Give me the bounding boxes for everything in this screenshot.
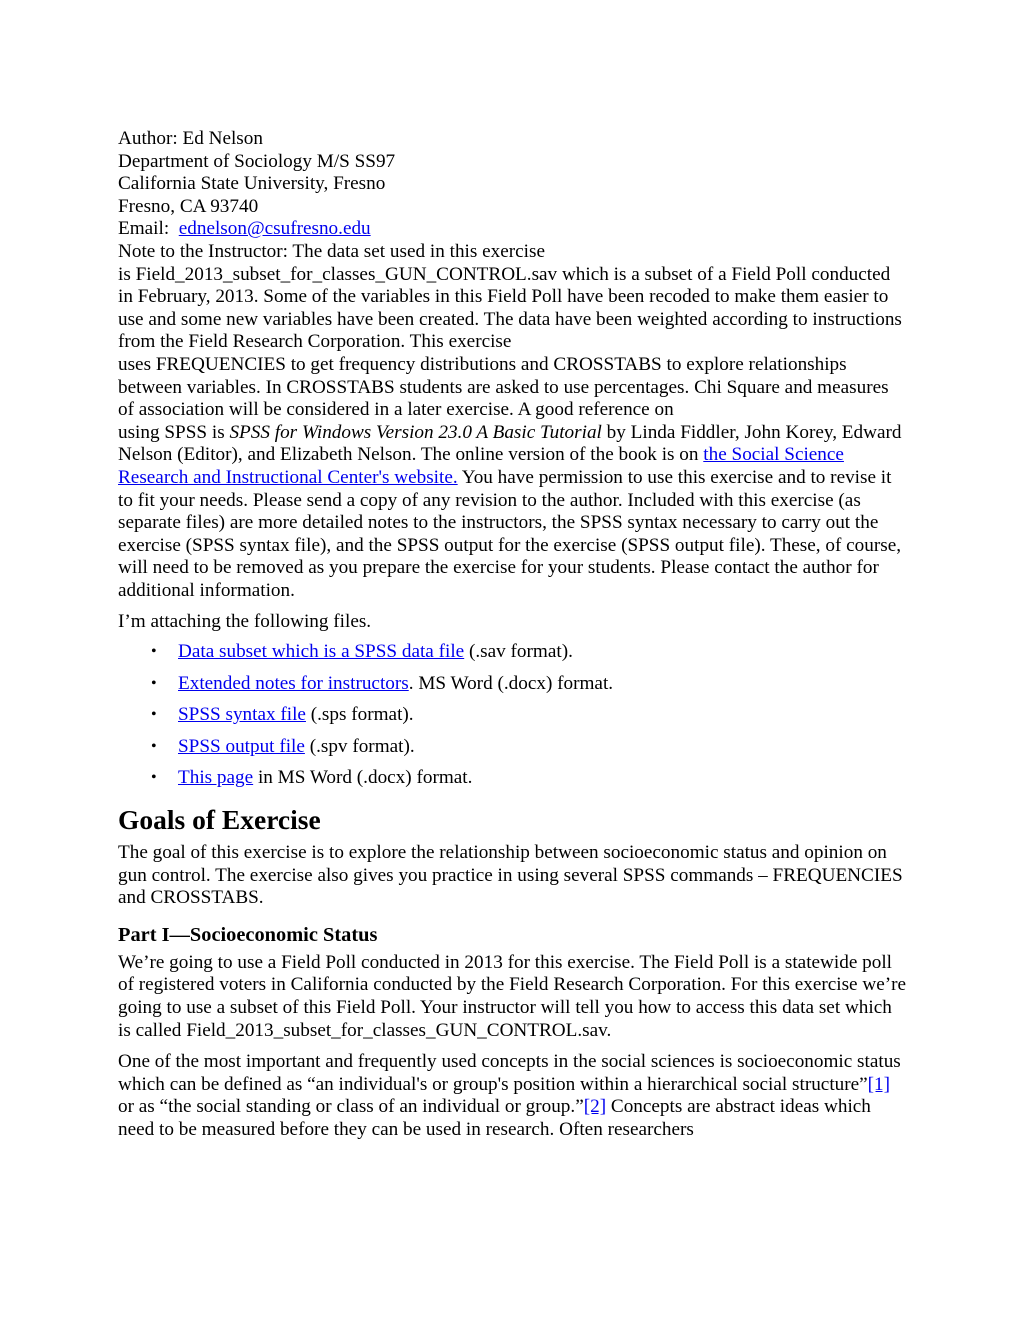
ses-definition-text-b: or as “the social standing or class of a… <box>118 1096 584 1118</box>
goals-paragraph: The goal of this exercise is to explore … <box>118 842 903 909</box>
bullet-icon: • <box>151 706 157 724</box>
attaching-files-line: I’m attaching the following files. <box>118 611 372 633</box>
list-item-rest: in MS Word (.docx) format. <box>253 767 473 789</box>
bullet-icon: • <box>151 674 157 692</box>
university-line: California State University, Fresno <box>118 173 386 195</box>
bullet-icon: • <box>151 769 157 787</box>
part-one-heading: Part I—Socioeconomic Status <box>118 923 378 946</box>
spss-output-file-link[interactable]: SPSS output file <box>178 736 305 757</box>
city-line: Fresno, CA 93740 <box>118 195 259 217</box>
book-title: SPSS for Windows Version 23.0 A Basic Tu… <box>229 421 602 443</box>
note-part-1: Note to the Instructor: The data set use… <box>118 240 545 262</box>
note-part-4: using SPSS is <box>118 421 230 443</box>
extended-notes-link[interactable]: Extended notes for instructors <box>178 673 409 694</box>
list-item-rest: (.sps format). <box>305 704 414 726</box>
part-one-paragraph-1: We’re going to use a Field Poll conducte… <box>118 951 907 1041</box>
list-item: • Data subset which is a SPSS data file … <box>118 641 908 664</box>
author-block: Author: Ed Nelson Department of Sociolog… <box>118 128 908 241</box>
list-item: • SPSS syntax file (.sps format). <box>118 704 908 727</box>
list-item-rest: . MS Word (.docx) format. <box>408 672 614 694</box>
footnote-1-link[interactable]: [1] <box>868 1074 890 1095</box>
footnote-2-link[interactable]: [2] <box>584 1096 606 1117</box>
note-part-3: uses FREQUENCIES to get frequency distri… <box>118 353 889 421</box>
note-to-instructor-paragraph: Note to the Instructor: The data set use… <box>118 241 908 603</box>
list-item: • Extended notes for instructors. MS Wor… <box>118 673 908 696</box>
attached-file-list: • Data subset which is a SPSS data file … <box>118 641 908 790</box>
author-line: Author: Ed Nelson <box>118 128 263 149</box>
department-line: Department of Sociology M/S SS97 <box>118 150 396 172</box>
goals-of-exercise-heading: Goals of Exercise <box>118 804 321 836</box>
note-part-2: is Field_2013_subset_for_classes_GUN_CON… <box>118 263 902 353</box>
email-label: Email: <box>118 218 170 240</box>
ses-definition-text-a: One of the most important and frequently… <box>118 1051 901 1095</box>
list-item-rest: (.sav format). <box>464 641 573 663</box>
bullet-icon: • <box>151 737 157 755</box>
bullet-icon: • <box>151 643 157 661</box>
list-item-rest: (.spv format). <box>304 735 415 757</box>
part-one-paragraph-2: One of the most important and frequently… <box>118 1051 908 1141</box>
spss-syntax-file-link[interactable]: SPSS syntax file <box>178 704 306 725</box>
email-link[interactable]: ednelson@csufresno.edu <box>179 218 371 239</box>
list-item: • This page in MS Word (.docx) format. <box>118 767 908 790</box>
email-line: Email: ednelson@csufresno.edu <box>118 218 908 241</box>
list-item: • SPSS output file (.spv format). <box>118 736 908 759</box>
data-subset-link[interactable]: Data subset which is a SPSS data file <box>178 641 464 662</box>
document-page: Author: Ed Nelson Department of Sociolog… <box>118 128 908 1142</box>
this-page-link[interactable]: This page <box>178 767 253 788</box>
